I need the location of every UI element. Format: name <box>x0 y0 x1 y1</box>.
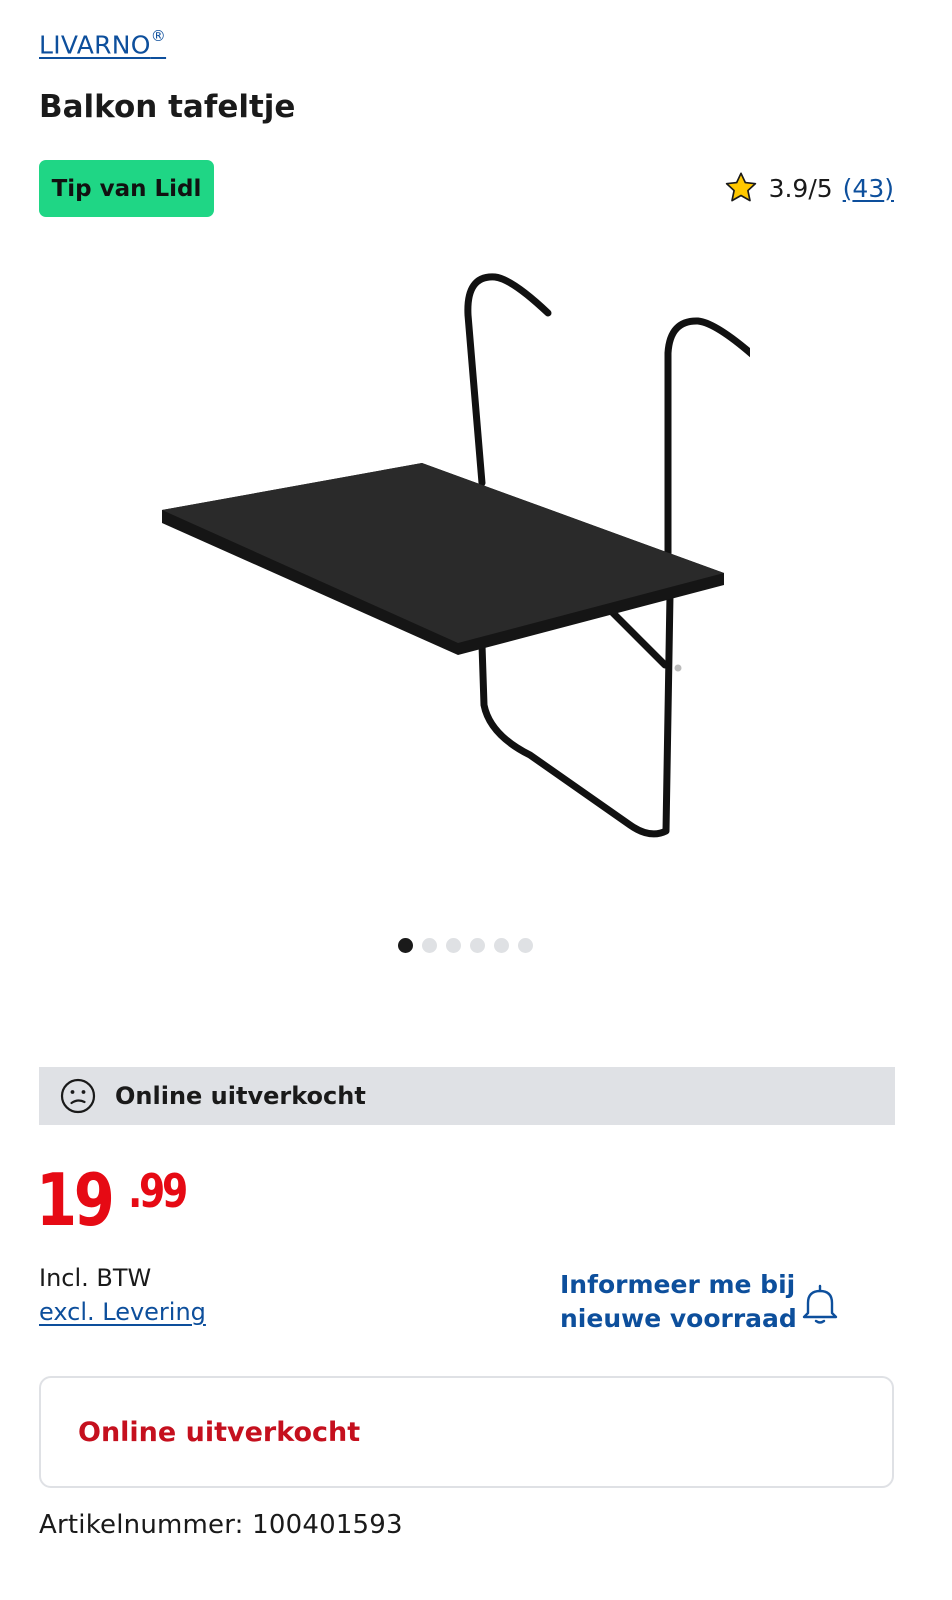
add-to-cart-status: Online uitverkocht <box>39 1376 894 1488</box>
gallery-dot[interactable] <box>494 938 509 953</box>
registered-mark: ® <box>150 27 167 45</box>
review-count: 43 <box>852 173 885 203</box>
availability-banner: Online uitverkocht <box>39 1067 895 1125</box>
bell-icon[interactable] <box>800 1283 840 1325</box>
product-image[interactable] <box>150 265 750 865</box>
brand-link[interactable]: LIVARNO® <box>39 27 167 60</box>
gallery-dot[interactable] <box>398 938 413 953</box>
sad-face-icon <box>60 1078 96 1114</box>
rating-score: 3.9/5 <box>768 173 833 203</box>
status-card-text: Online uitverkocht <box>78 1416 361 1448</box>
gallery-dot[interactable] <box>446 938 461 953</box>
notify-restock-button[interactable]: Informeer me bij nieuwe voorraad <box>560 1268 797 1336</box>
gallery-dot[interactable] <box>422 938 437 953</box>
notify-line-2: nieuwe voorraad <box>560 1304 797 1333</box>
tip-badge: Tip van Lidl <box>39 160 214 217</box>
notify-line-1: Informeer me bij <box>560 1270 796 1299</box>
review-count-link[interactable]: (43) <box>843 174 894 203</box>
price-decimal: .99 <box>128 1164 188 1218</box>
star-icon <box>725 172 756 202</box>
gallery-dot[interactable] <box>470 938 485 953</box>
price: 19 .99 <box>36 1158 188 1242</box>
price-integer: 19 <box>36 1158 115 1242</box>
article-number: Artikelnummer: 100401593 <box>39 1510 403 1540</box>
product-title: Balkon tafeltje <box>39 89 296 125</box>
vat-note: Incl. BTW <box>39 1264 152 1292</box>
delivery-link[interactable]: excl. Levering <box>39 1298 206 1326</box>
gallery-pagination <box>398 938 533 953</box>
availability-text: Online uitverkocht <box>115 1082 366 1110</box>
rating: 3.9/5 (43) <box>723 170 894 206</box>
gallery-dot[interactable] <box>518 938 533 953</box>
brand-name: LIVARNO <box>39 30 151 60</box>
